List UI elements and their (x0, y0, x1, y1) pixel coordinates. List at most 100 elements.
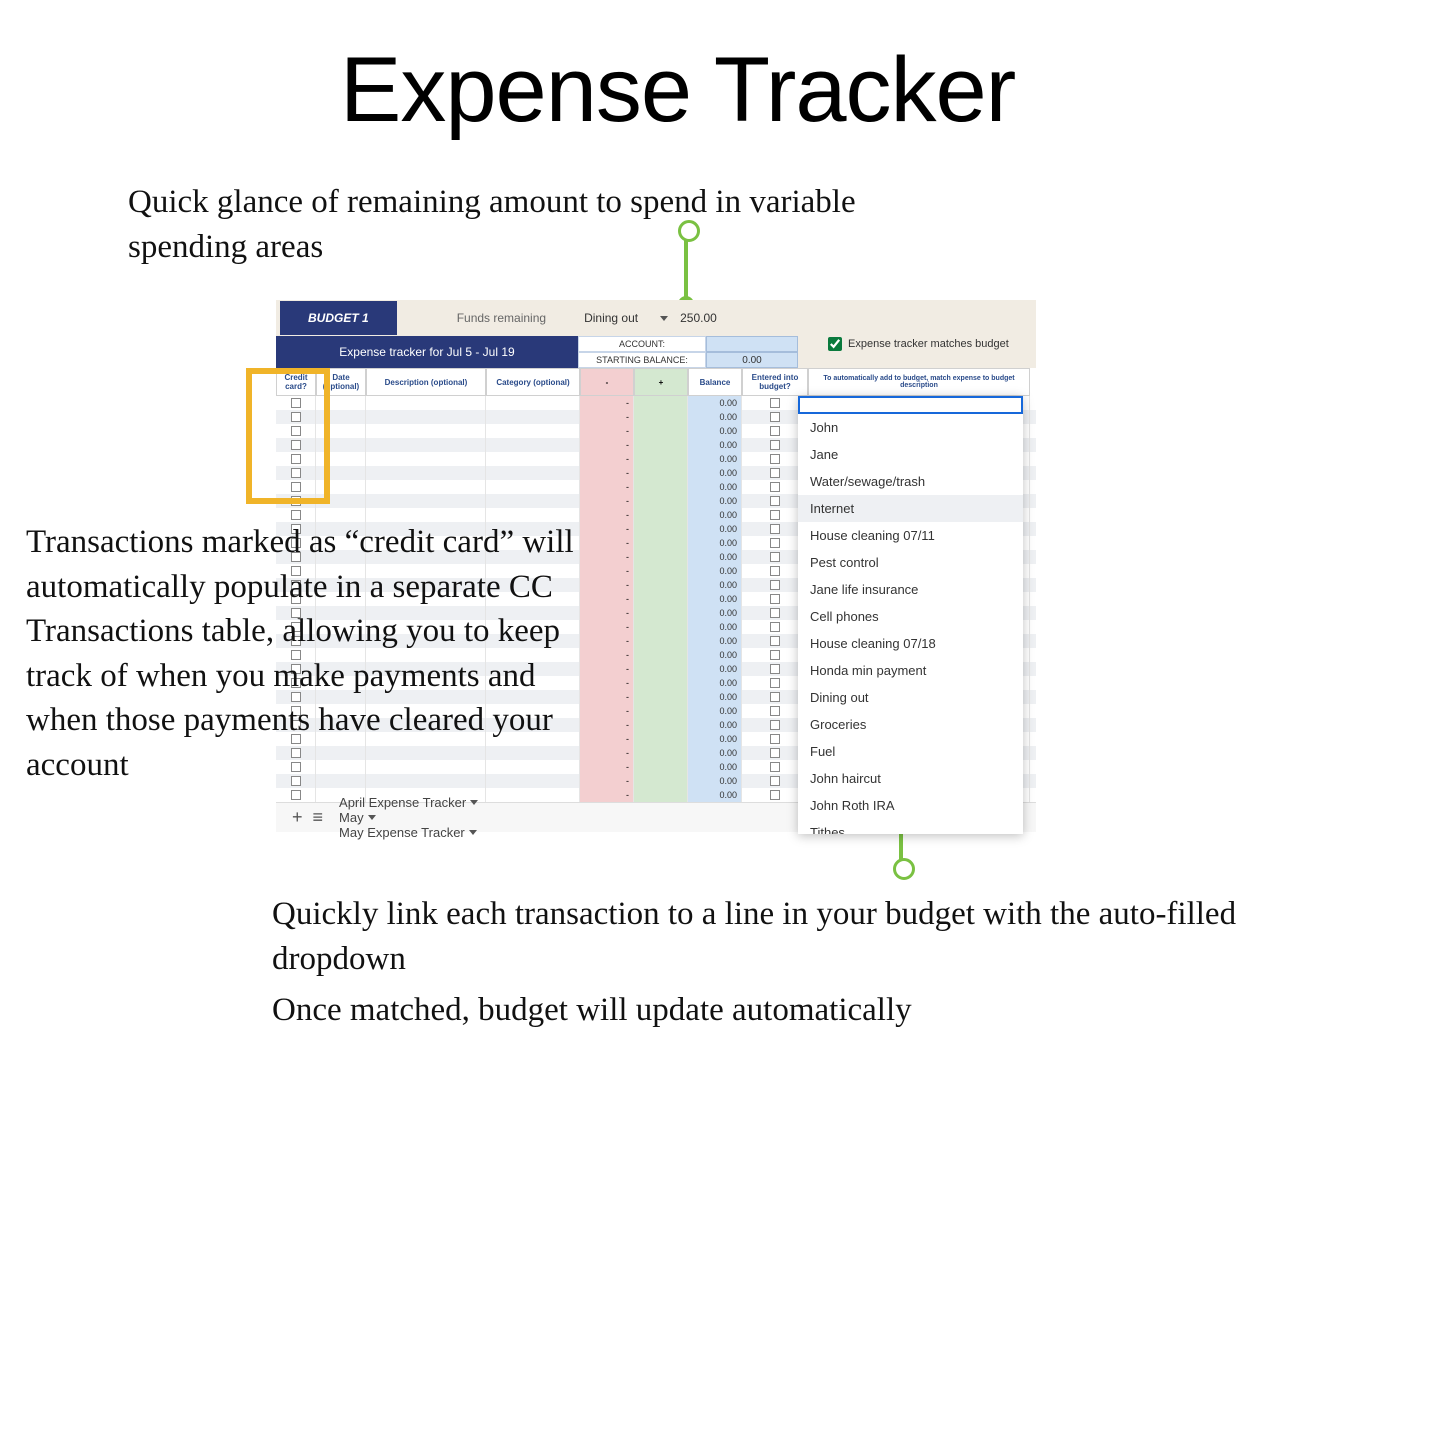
cell-category[interactable] (486, 424, 580, 438)
checkbox-icon[interactable] (770, 454, 780, 464)
cell-minus[interactable]: - (580, 648, 634, 662)
cell-credit-card[interactable] (276, 452, 316, 466)
checkbox-icon[interactable] (770, 566, 780, 576)
cell-plus[interactable] (634, 592, 688, 606)
cell-minus[interactable]: - (580, 494, 634, 508)
dropdown-item[interactable]: Jane (798, 441, 1023, 468)
checkbox-icon[interactable] (770, 692, 780, 702)
cell-description[interactable] (366, 494, 486, 508)
cell-category[interactable] (486, 396, 580, 410)
cell-date[interactable] (316, 424, 366, 438)
checkbox-icon[interactable] (770, 790, 780, 800)
cell-plus[interactable] (634, 774, 688, 788)
checkbox-icon[interactable] (770, 524, 780, 534)
cell-credit-card[interactable] (276, 480, 316, 494)
checkbox-icon[interactable] (770, 440, 780, 450)
cell-date[interactable] (316, 438, 366, 452)
checkbox-icon[interactable] (291, 482, 301, 492)
account-value[interactable] (706, 336, 798, 352)
cell-plus[interactable] (634, 550, 688, 564)
checkbox-icon[interactable] (770, 594, 780, 604)
checkbox-icon[interactable] (770, 496, 780, 506)
cell-minus[interactable]: - (580, 760, 634, 774)
cell-plus[interactable] (634, 704, 688, 718)
cell-minus[interactable]: - (580, 606, 634, 620)
cell-credit-card[interactable] (276, 410, 316, 424)
cell-plus[interactable] (634, 480, 688, 494)
cell-date[interactable] (316, 494, 366, 508)
cell-minus[interactable]: - (580, 522, 634, 536)
dropdown-item[interactable]: Honda min payment (798, 657, 1023, 684)
cell-credit-card[interactable] (276, 466, 316, 480)
checkbox-icon[interactable] (770, 622, 780, 632)
cell-plus[interactable] (634, 396, 688, 410)
cell-description[interactable] (366, 438, 486, 452)
checkbox-icon[interactable] (291, 790, 301, 800)
sheet-menu-icon[interactable]: ≡ (313, 807, 324, 828)
dropdown-item[interactable]: House cleaning 07/18 (798, 630, 1023, 657)
checkbox-icon[interactable] (770, 538, 780, 548)
cell-date[interactable] (316, 410, 366, 424)
checkbox-icon[interactable] (770, 776, 780, 786)
cell-plus[interactable] (634, 452, 688, 466)
cell-plus[interactable] (634, 718, 688, 732)
checkbox-icon[interactable] (770, 650, 780, 660)
cell-minus[interactable]: - (580, 662, 634, 676)
starting-balance-value[interactable]: 0.00 (706, 352, 798, 368)
checkbox-icon[interactable] (291, 398, 301, 408)
cell-credit-card[interactable] (276, 396, 316, 410)
add-sheet-icon[interactable]: + (292, 807, 303, 828)
cell-category[interactable] (486, 410, 580, 424)
dropdown-item[interactable]: Dining out (798, 684, 1023, 711)
checkbox-icon[interactable] (770, 398, 780, 408)
cell-minus[interactable]: - (580, 410, 634, 424)
cell-minus[interactable]: - (580, 718, 634, 732)
cell-description[interactable] (366, 410, 486, 424)
cell-minus[interactable]: - (580, 592, 634, 606)
dropdown-item[interactable]: Pest control (798, 549, 1023, 576)
cell-minus[interactable]: - (580, 536, 634, 550)
dropdown-item[interactable]: Water/sewage/trash (798, 468, 1023, 495)
checkbox-icon[interactable] (770, 636, 780, 646)
dropdown-search-input[interactable] (798, 396, 1023, 414)
cell-minus[interactable]: - (580, 396, 634, 410)
checkbox-icon[interactable] (291, 412, 301, 422)
cell-category[interactable] (486, 788, 580, 802)
cell-credit-card[interactable] (276, 494, 316, 508)
cell-credit-card[interactable] (276, 788, 316, 802)
cell-plus[interactable] (634, 760, 688, 774)
cell-minus[interactable]: - (580, 676, 634, 690)
cell-plus[interactable] (634, 522, 688, 536)
match-dropdown[interactable]: JohnJaneWater/sewage/trashInternetHouse … (798, 396, 1023, 834)
cell-date[interactable] (316, 466, 366, 480)
cell-description[interactable] (366, 452, 486, 466)
cell-category[interactable] (486, 480, 580, 494)
cell-plus[interactable] (634, 438, 688, 452)
cell-plus[interactable] (634, 634, 688, 648)
dropdown-item[interactable]: Internet (798, 495, 1023, 522)
cell-date[interactable] (316, 396, 366, 410)
checkbox-icon[interactable] (770, 706, 780, 716)
dropdown-item[interactable]: Fuel (798, 738, 1023, 765)
checkbox-icon[interactable] (770, 552, 780, 562)
dropdown-item[interactable]: John haircut (798, 765, 1023, 792)
cell-plus[interactable] (634, 620, 688, 634)
cell-minus[interactable]: - (580, 508, 634, 522)
cell-minus[interactable]: - (580, 564, 634, 578)
cell-plus[interactable] (634, 662, 688, 676)
sheet-tab[interactable]: May (333, 810, 484, 825)
cell-minus[interactable]: - (580, 634, 634, 648)
cell-minus[interactable]: - (580, 774, 634, 788)
cell-minus[interactable]: - (580, 788, 634, 802)
cell-minus[interactable]: - (580, 620, 634, 634)
cell-date[interactable] (316, 480, 366, 494)
cell-minus[interactable]: - (580, 424, 634, 438)
checkbox-icon[interactable] (291, 426, 301, 436)
cell-plus[interactable] (634, 606, 688, 620)
checkbox-icon[interactable] (770, 580, 780, 590)
cell-plus[interactable] (634, 466, 688, 480)
cell-plus[interactable] (634, 788, 688, 802)
cell-category[interactable] (486, 452, 580, 466)
sheet-tab[interactable]: April Expense Tracker (333, 795, 484, 810)
cell-credit-card[interactable] (276, 424, 316, 438)
